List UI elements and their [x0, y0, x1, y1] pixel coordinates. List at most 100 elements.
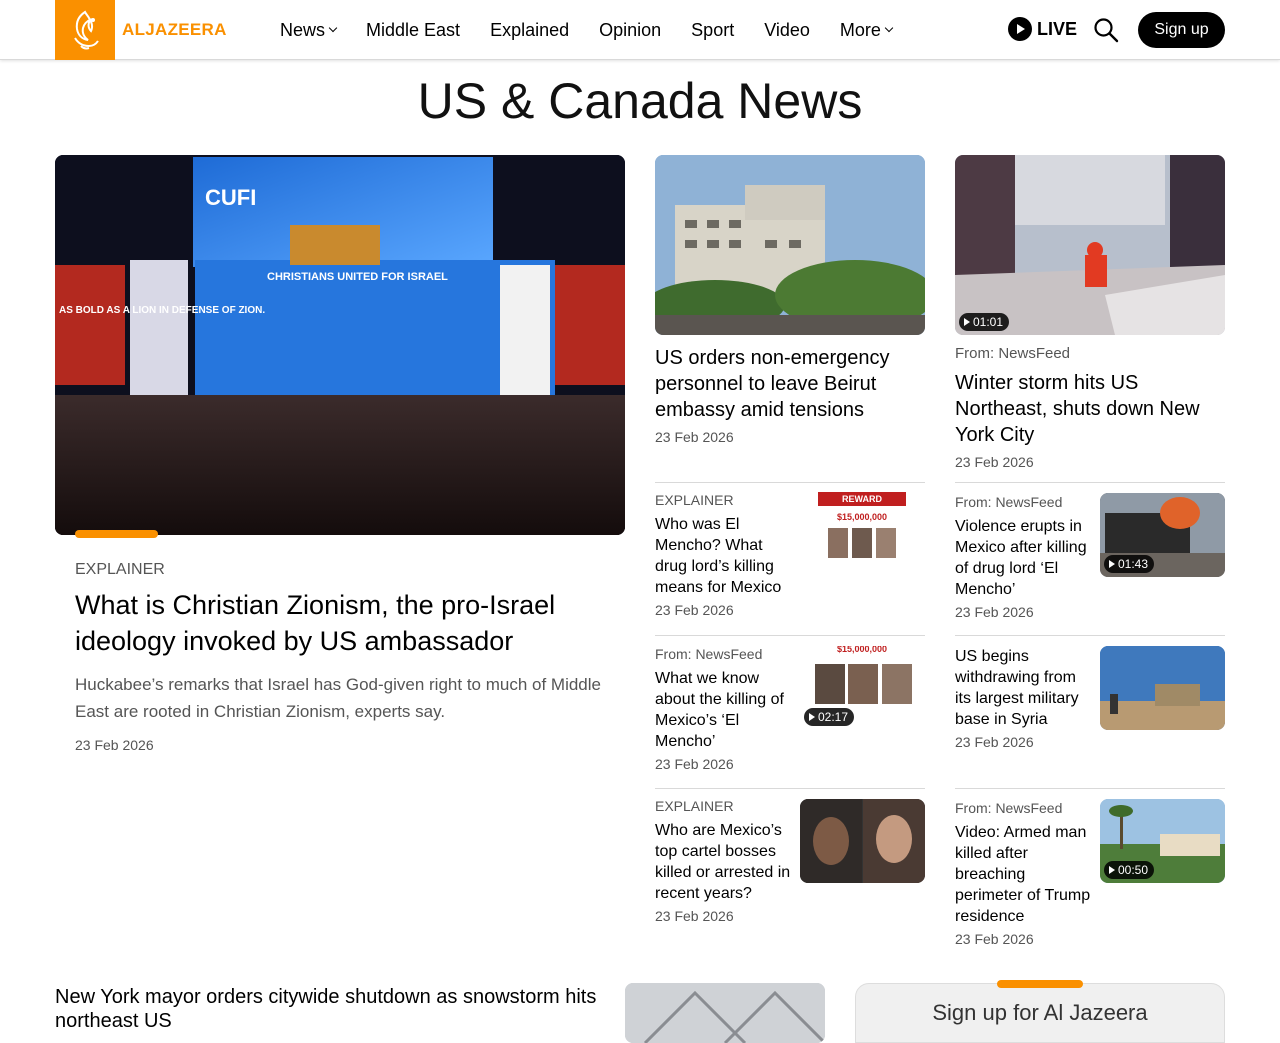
hero-backdrop-text: CUFI: [205, 185, 256, 210]
nav-news-label: News: [280, 19, 326, 40]
winter-storm-kicker: From: NewsFeed: [955, 345, 1071, 362]
nav-more-label: More: [839, 19, 881, 40]
list-item[interactable]: EXPLAINER Who are Mexico’s top cartel bo…: [655, 798, 795, 924]
cartel-bosses-image[interactable]: [800, 799, 925, 883]
list-headline[interactable]: Who was El Mencho? What drug lord’s kill…: [655, 514, 795, 598]
violence-mexico-image[interactable]: 01:43: [1100, 493, 1225, 577]
list-headline[interactable]: What we know about the killing of Mexico…: [655, 668, 795, 752]
trump-residence-image[interactable]: 00:50: [1100, 799, 1225, 883]
nav-explained[interactable]: Explained: [490, 20, 569, 41]
nav-more[interactable]: More: [839, 19, 894, 41]
signup-accent-bar: [997, 980, 1083, 988]
list-kicker: From: NewsFeed: [955, 800, 1063, 816]
video-duration-badge: 02:17: [804, 708, 855, 726]
featured-article[interactable]: EXPLAINER What is Christian Zionism, the…: [75, 561, 605, 753]
el-mencho-video-image[interactable]: $15,000,000 02:17: [800, 646, 925, 730]
hero-side-text: AS BOLD AS A LION IN DEFENSE OF ZION.: [59, 305, 265, 316]
bottom-article-image[interactable]: [625, 983, 825, 1043]
nav-video-label: Video: [764, 19, 810, 40]
featured-summary: Huckabee’s remarks that Israel has God-g…: [75, 675, 601, 721]
syria-base-image[interactable]: [1100, 646, 1225, 730]
video-duration: 00:50: [1118, 863, 1149, 877]
signup-box-title: Sign up for Al Jazeera: [932, 1000, 1148, 1025]
beirut-article[interactable]: US orders non-emergency personnel to lea…: [655, 345, 925, 445]
newsletter-signup-box: Sign up for Al Jazeera: [855, 983, 1225, 1043]
divider: [655, 482, 925, 483]
bottom-article[interactable]: New York mayor orders citywide shutdown …: [55, 985, 615, 1033]
logo-wordmark[interactable]: ALJAZEERA: [122, 20, 227, 40]
list-item[interactable]: From: NewsFeed What we know about the ki…: [655, 646, 795, 772]
nav-video[interactable]: Video: [764, 20, 810, 41]
aljazeera-logo-icon[interactable]: [55, 0, 115, 60]
beirut-photo: [655, 155, 925, 335]
divider: [955, 482, 1225, 483]
chevron-down-icon: [884, 23, 894, 33]
list-date: 23 Feb 2026: [955, 931, 1034, 947]
reward-poster-photo: REWARD $15,000,000: [800, 492, 925, 576]
list-item[interactable]: From: NewsFeed Video: Armed man killed a…: [955, 800, 1095, 947]
nav-middle-east-label: Middle East: [366, 19, 461, 40]
cartel-bosses-photo: [800, 799, 925, 883]
nav-opinion[interactable]: Opinion: [599, 20, 661, 41]
chevron-down-icon: [328, 23, 338, 33]
page-title: US & Canada News: [417, 73, 863, 129]
nav-news[interactable]: News: [280, 19, 338, 41]
video-duration-badge: 01:43: [1104, 555, 1155, 573]
list-kicker: From: NewsFeed: [655, 646, 763, 662]
sign-up-button[interactable]: Sign up: [1138, 12, 1225, 48]
featured-headline[interactable]: What is Christian Zionism, the pro-Israe…: [75, 587, 605, 659]
list-kicker: EXPLAINER: [655, 492, 734, 508]
featured-image[interactable]: CHRISTIANS UNITED FOR ISRAEL CUFI AS BOL…: [55, 155, 625, 535]
beirut-image[interactable]: [655, 155, 925, 335]
live-label: LIVE: [1037, 18, 1078, 39]
video-duration: 01:43: [1118, 557, 1149, 571]
nav-opinion-label: Opinion: [599, 19, 662, 40]
featured-date: 23 Feb 2026: [75, 737, 154, 753]
video-duration-badge: 01:01: [959, 313, 1010, 331]
nav-sport-label: Sport: [691, 19, 735, 40]
divider: [655, 788, 925, 789]
reward-poster-image[interactable]: REWARD $15,000,000: [800, 492, 925, 576]
featured-kicker: EXPLAINER: [75, 561, 165, 578]
winter-storm-headline[interactable]: Winter storm hits US Northeast, shuts do…: [955, 370, 1225, 448]
list-headline[interactable]: Violence erupts in Mexico after killing …: [955, 516, 1095, 600]
list-date: 23 Feb 2026: [655, 756, 734, 772]
divider: [655, 635, 925, 636]
search-icon[interactable]: [1093, 17, 1119, 43]
divider: [955, 788, 1225, 789]
video-poster-amount: $15,000,000: [837, 646, 887, 654]
bottom-headline[interactable]: New York mayor orders citywide shutdown …: [55, 985, 615, 1033]
reward-poster-title: REWARD: [842, 494, 882, 504]
list-headline[interactable]: US begins withdrawing from its largest m…: [955, 646, 1095, 730]
play-icon: [1008, 17, 1032, 41]
list-item[interactable]: US begins withdrawing from its largest m…: [955, 646, 1095, 750]
list-item[interactable]: EXPLAINER Who was El Mencho? What drug l…: [655, 492, 795, 618]
live-button[interactable]: LIVE: [1008, 17, 1077, 41]
list-headline[interactable]: Who are Mexico’s top cartel bosses kille…: [655, 820, 795, 904]
nav-middle-east[interactable]: Middle East: [366, 20, 460, 41]
nav-sport[interactable]: Sport: [691, 20, 734, 41]
winter-storm-date: 23 Feb 2026: [955, 454, 1034, 470]
winter-storm-image[interactable]: 01:01: [955, 155, 1225, 335]
beirut-date: 23 Feb 2026: [655, 429, 734, 445]
list-kicker: EXPLAINER: [655, 798, 734, 814]
video-duration: 02:17: [818, 710, 849, 724]
list-kicker: From: NewsFeed: [955, 494, 1063, 510]
reward-poster-amount: $15,000,000: [837, 512, 887, 522]
list-date: 23 Feb 2026: [955, 734, 1034, 750]
bottom-article-photo: [625, 983, 825, 1043]
hero-banner-text: CHRISTIANS UNITED FOR ISRAEL: [267, 271, 448, 283]
featured-accent-bar: [75, 530, 158, 538]
winter-storm-photo: [955, 155, 1225, 335]
site-header: ALJAZEERA News Middle East Explained Opi…: [0, 0, 1280, 60]
winter-storm-article[interactable]: From: NewsFeed Winter storm hits US Nort…: [955, 345, 1225, 470]
list-headline[interactable]: Video: Armed man killed after breaching …: [955, 822, 1095, 927]
featured-photo: CHRISTIANS UNITED FOR ISRAEL CUFI AS BOL…: [55, 155, 625, 535]
list-date: 23 Feb 2026: [955, 604, 1034, 620]
beirut-headline[interactable]: US orders non-emergency personnel to lea…: [655, 345, 925, 423]
list-item[interactable]: From: NewsFeed Violence erupts in Mexico…: [955, 494, 1095, 620]
list-date: 23 Feb 2026: [655, 908, 734, 924]
divider: [955, 635, 1225, 636]
main-nav: News Middle East Explained Opinion Sport…: [280, 0, 922, 60]
video-duration-badge: 00:50: [1104, 861, 1155, 879]
